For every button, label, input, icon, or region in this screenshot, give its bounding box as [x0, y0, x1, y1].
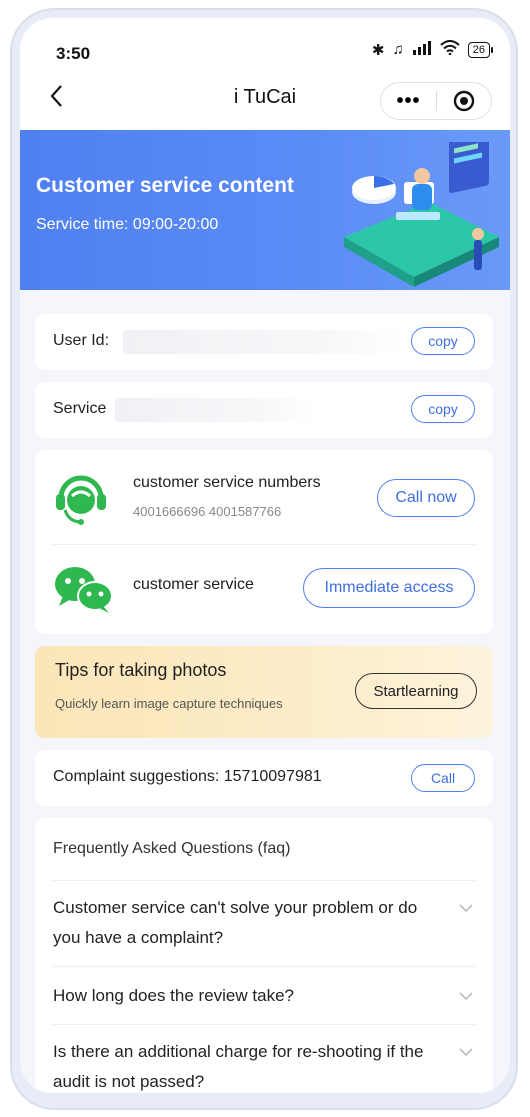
wechat-service-title: customer service: [133, 576, 254, 593]
phone-screen: 3:50 ✱ ♫ 26 i TuCai ••• Customer service…: [20, 18, 510, 1093]
headset-agent-icon: [56, 475, 106, 525]
faq-question: Is there an additional charge for re-sho…: [53, 1042, 424, 1091]
tips-title: Tips for taking photos: [55, 660, 227, 680]
banner-title: Customer service content: [36, 174, 294, 197]
status-icons: ✱ ♫ 26: [371, 40, 494, 59]
complaint-label: Complaint suggestions: 15710097981: [53, 768, 322, 785]
earbuds-icon: ♫: [392, 41, 404, 58]
customer-service-illustration: [344, 142, 499, 287]
copy-user-id-button[interactable]: copy: [411, 327, 475, 355]
chevron-down-icon: [459, 904, 473, 913]
faq-heading: Frequently Asked Questions (faq): [53, 840, 291, 857]
battery-icon: 26: [467, 41, 494, 58]
start-learning-button[interactable]: Startlearning: [355, 673, 477, 709]
target-icon: [453, 90, 475, 112]
faq-card: Frequently Asked Questions (faq) Custome…: [35, 818, 493, 1093]
wifi-icon: [440, 40, 460, 59]
faq-item[interactable]: Customer service can't solve your proble…: [53, 880, 475, 977]
service-label: Service: [53, 400, 107, 417]
complaint-call-button[interactable]: Call: [411, 764, 475, 792]
more-dots-icon: •••: [396, 89, 421, 112]
faq-item[interactable]: How long does the review take?: [53, 966, 475, 1025]
service-value-redacted: [115, 398, 315, 422]
user-id-value-redacted: [123, 330, 403, 354]
photo-tips-card[interactable]: Tips for taking photos Quickly learn ima…: [35, 646, 493, 738]
tips-subtitle: Quickly learn image capture techniques: [55, 696, 283, 711]
service-banner: Customer service content Service time: 0…: [20, 130, 510, 290]
nav-bar: i TuCai •••: [20, 62, 510, 130]
wechat-icon: [55, 567, 113, 613]
chevron-down-icon: [459, 992, 473, 1001]
bluetooth-icon: ✱: [371, 41, 385, 59]
faq-item[interactable]: Is there an additional charge for re-sho…: [53, 1024, 475, 1093]
chevron-down-icon: [459, 1048, 473, 1057]
service-card: Service copy: [35, 382, 493, 438]
status-time: 3:50: [56, 44, 91, 63]
user-id-card: User Id: copy: [35, 314, 493, 370]
contact-card: customer service numbers 4001666696 4001…: [35, 450, 493, 634]
more-button[interactable]: •••: [381, 83, 436, 119]
signal-icon: [412, 40, 432, 59]
mini-program-capsule: •••: [380, 82, 492, 120]
immediate-access-button[interactable]: Immediate access: [303, 568, 475, 608]
user-id-label: User Id:: [53, 332, 110, 349]
faq-question: Customer service can't solve your proble…: [53, 898, 418, 947]
banner-subtitle: Service time: 09:00-20:00: [36, 216, 219, 233]
complaint-card: Complaint suggestions: 15710097981 Call: [35, 750, 493, 806]
phone-service-numbers: 4001666696 4001587766: [133, 504, 282, 519]
close-mini-program-button[interactable]: [437, 83, 491, 119]
call-now-button[interactable]: Call now: [377, 479, 475, 517]
phone-service-title: customer service numbers: [133, 474, 321, 491]
status-bar: 3:50 ✱ ♫ 26: [20, 18, 510, 63]
copy-service-button[interactable]: copy: [411, 395, 475, 423]
contact-divider: [53, 544, 475, 545]
faq-question: How long does the review take?: [53, 986, 294, 1005]
